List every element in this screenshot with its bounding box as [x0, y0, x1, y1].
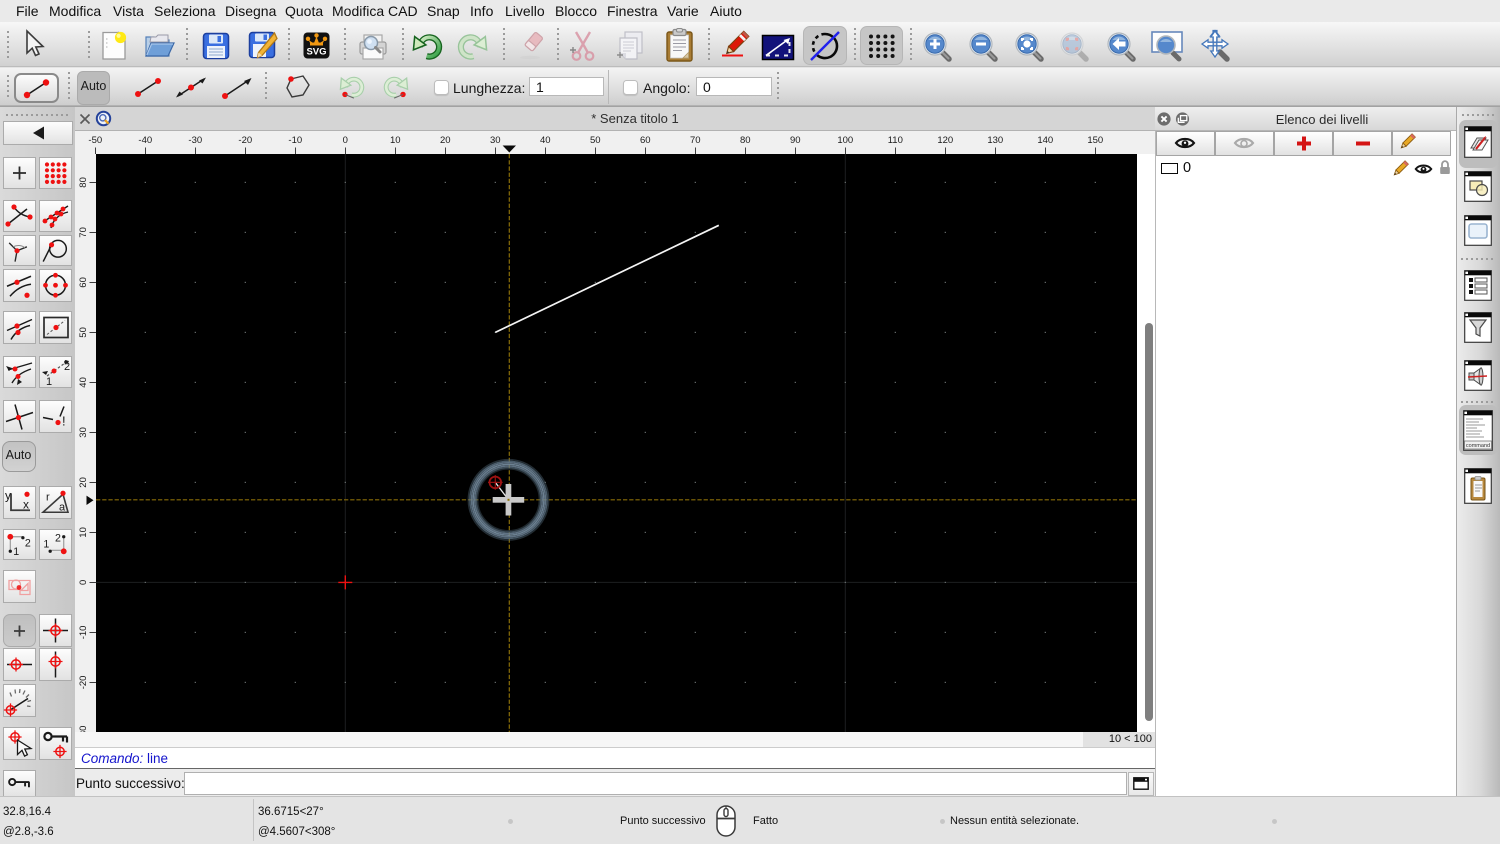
svg-text:70: 70 — [78, 227, 89, 238]
svg-text:70: 70 — [690, 135, 701, 146]
svg-text:-20: -20 — [78, 676, 89, 690]
svg-text:!: ! — [62, 413, 66, 428]
svg-text:110: 110 — [888, 135, 903, 146]
svg-text:1: 1 — [46, 376, 52, 388]
svg-text:r: r — [46, 491, 50, 503]
svg-text:0: 0 — [78, 580, 89, 585]
svg-text:130: 130 — [987, 135, 1003, 146]
svg-text:60: 60 — [78, 277, 89, 288]
svg-text:2: 2 — [64, 361, 70, 373]
svg-text:20: 20 — [440, 135, 451, 146]
svg-text:2: 2 — [24, 537, 30, 549]
svg-text:20: 20 — [78, 477, 89, 488]
svg-text:80: 80 — [78, 177, 89, 188]
svg-text:60: 60 — [640, 135, 651, 146]
svg-text:-50: -50 — [88, 135, 102, 146]
svg-text:90: 90 — [790, 135, 801, 146]
svg-text:0: 0 — [343, 135, 348, 146]
svg-text:-40: -40 — [138, 135, 152, 146]
svg-text:100: 100 — [837, 135, 853, 146]
svg-text:120: 120 — [937, 135, 953, 146]
svg-text:1: 1 — [43, 538, 49, 550]
svg-text:1: 1 — [13, 546, 19, 558]
svg-text:150: 150 — [1087, 135, 1103, 146]
svg-text:command: command — [1466, 443, 1490, 449]
svg-text:40: 40 — [540, 135, 551, 146]
svg-text:-30: -30 — [188, 135, 202, 146]
svg-text:50: 50 — [78, 327, 89, 338]
svg-text:-20: -20 — [238, 135, 252, 146]
svg-text:x: x — [23, 497, 29, 511]
svg-text:y: y — [5, 488, 11, 502]
svg-text:2: 2 — [55, 532, 61, 544]
svg-text:140: 140 — [1037, 135, 1053, 146]
svg-text:40: 40 — [78, 377, 89, 388]
svg-text:50: 50 — [590, 135, 601, 146]
svg-text:30: 30 — [490, 135, 501, 146]
svg-text:10: 10 — [390, 135, 401, 146]
svg-text:a: a — [59, 501, 66, 513]
svg-text:-10: -10 — [288, 135, 302, 146]
svg-text:SVG: SVG — [306, 47, 326, 58]
svg-text:10: 10 — [78, 527, 89, 538]
svg-text:30: 30 — [78, 427, 89, 438]
svg-text:80: 80 — [740, 135, 751, 146]
svg-text:-10: -10 — [78, 626, 89, 640]
